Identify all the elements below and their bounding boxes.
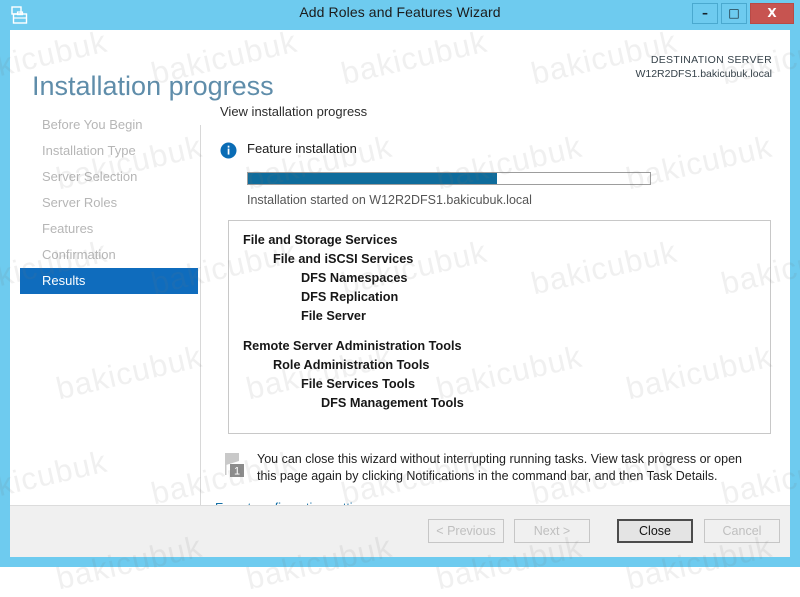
notification-badge-count: 1 — [234, 466, 240, 478]
next-button[interactable]: Next > — [514, 519, 590, 543]
tree-row: File and Storage Services — [243, 233, 398, 247]
wizard-footer: < Previous Next > Close Cancel — [10, 505, 790, 557]
destination-server-name: W12R2DFS1.bakicubuk.local — [635, 68, 772, 80]
sidebar-item-server-roles[interactable]: Server Roles — [10, 190, 200, 216]
title-bar: Add Roles and Features Wizard – □ X — [0, 0, 800, 30]
close-wizard-notice-text: You can close this wizard without interr… — [257, 452, 742, 483]
sidebar-item-confirmation[interactable]: Confirmation — [10, 242, 200, 268]
wizard-step-nav: Before You Begin Installation Type Serve… — [10, 112, 200, 294]
feature-installation-label: Feature installation — [247, 141, 357, 156]
installation-progress-caption: Installation started on W12R2DFS1.bakicu… — [247, 193, 532, 207]
tree-group-spacer — [229, 326, 770, 337]
tree-row: DFS Namespaces — [301, 271, 408, 285]
sidebar-item-installation-type[interactable]: Installation Type — [10, 138, 200, 164]
tree-row: File Services Tools — [301, 377, 416, 391]
tree-row: Role Administration Tools — [273, 358, 430, 372]
notification-flag-icon: 1 — [223, 451, 251, 481]
window-title: Add Roles and Features Wizard — [299, 4, 501, 20]
tree-row: File and iSCSI Services — [273, 252, 414, 266]
feature-installation-status: Feature installation — [220, 141, 770, 163]
tree-row: DFS Replication — [301, 290, 399, 304]
minimize-button[interactable]: – — [692, 3, 718, 24]
sidebar-item-before-you-begin[interactable]: Before You Begin — [10, 112, 200, 138]
wizard-window: Add Roles and Features Wizard – □ X Inst… — [0, 0, 800, 596]
tree-row: File Server — [301, 309, 366, 323]
sidebar-item-server-selection[interactable]: Server Selection — [10, 164, 200, 190]
page-title: Installation progress — [32, 71, 274, 102]
sidebar-item-results[interactable]: Results — [20, 268, 198, 294]
close-window-button[interactable]: X — [750, 3, 794, 24]
maximize-button[interactable]: □ — [721, 3, 747, 24]
cancel-button[interactable]: Cancel — [704, 519, 780, 543]
tree-row: Remote Server Administration Tools — [243, 339, 462, 353]
destination-server-block: DESTINATION SERVER W12R2DFS1.bakicubuk.l… — [635, 54, 772, 80]
installation-progress-bar — [247, 172, 651, 185]
destination-server-label: DESTINATION SERVER — [650, 54, 772, 66]
sidebar-item-features[interactable]: Features — [10, 216, 200, 242]
installation-progress-fill — [248, 173, 498, 184]
main-content: View installation progress Feature insta… — [214, 104, 771, 517]
info-icon — [220, 142, 237, 159]
close-wizard-notice: 1 You can close this wizard without inte… — [220, 451, 770, 489]
sidebar-divider — [200, 125, 201, 517]
section-subheading: View installation progress — [220, 104, 368, 119]
wizard-client-area: Installation progress DESTINATION SERVER… — [10, 30, 790, 557]
installed-components-panel[interactable]: File and Storage Services File and iSCSI… — [228, 220, 771, 434]
close-button[interactable]: Close — [617, 519, 693, 543]
tree-row: DFS Management Tools — [321, 396, 464, 410]
previous-button[interactable]: < Previous — [428, 519, 504, 543]
